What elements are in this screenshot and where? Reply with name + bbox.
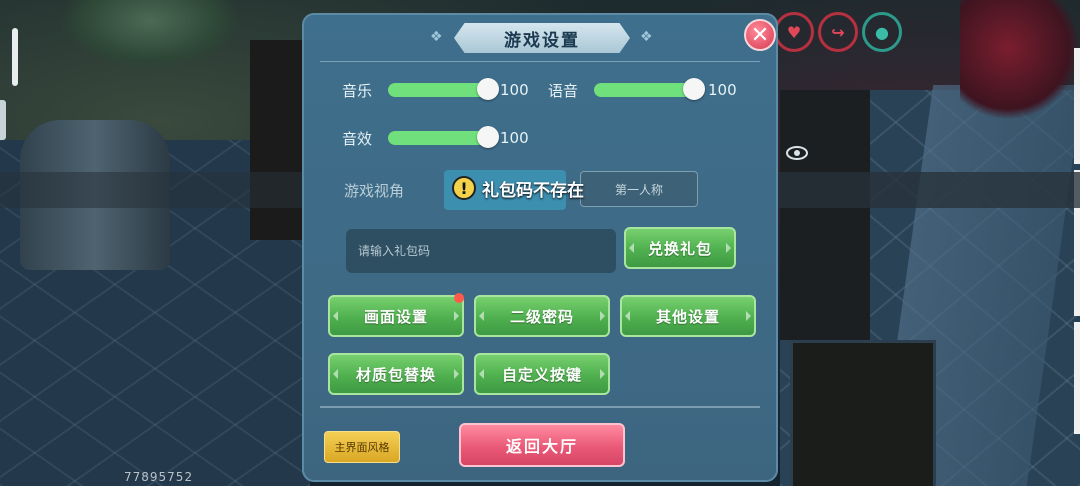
ribbon-ornament-icon: ❖ <box>430 29 443 45</box>
left-edge-tab[interactable] <box>0 100 6 140</box>
redeem-gift-button[interactable]: 兑换礼包 <box>624 227 736 269</box>
user-id-label: 77895752 <box>124 470 194 484</box>
music-label: 音乐 <box>342 82 373 100</box>
error-toast: ! 礼包码不存在 <box>452 173 584 203</box>
share-arrow-icon[interactable]: ↪ <box>818 12 858 52</box>
music-slider-thumb[interactable] <box>477 78 499 100</box>
music-value: 100 <box>500 81 529 99</box>
texture-pack-button[interactable]: 材质包替换 <box>328 353 464 395</box>
dark-block-right <box>780 90 870 340</box>
exclamation-icon: ! <box>452 176 476 200</box>
title-divider <box>320 61 760 62</box>
ui-style-button[interactable]: 主界面风格 <box>324 431 400 463</box>
voice-slider[interactable] <box>594 78 705 100</box>
water-drop-icon[interactable]: ● <box>862 12 902 52</box>
side-menu-handle[interactable] <box>12 28 18 86</box>
close-button[interactable]: ✕ <box>744 19 776 51</box>
dark-block <box>250 40 310 240</box>
view-label: 游戏视角 <box>344 182 405 200</box>
red-foliage <box>960 0 1080 120</box>
voice-value: 100 <box>708 81 737 99</box>
ribbon-ornament-icon: ❖ <box>640 29 653 45</box>
eye-icon[interactable] <box>786 146 808 160</box>
gift-code-input[interactable] <box>346 229 616 273</box>
settings-dialog: ❖ 游戏设置 ❖ ✕ 音乐 100 语音 100 音效 100 游戏视角 第一人… <box>302 13 778 482</box>
close-x-icon: ✕ <box>750 22 770 48</box>
notification-dot <box>454 293 464 303</box>
tree-foliage <box>60 0 240 70</box>
dialog-title: 游戏设置 <box>454 23 630 53</box>
back-to-lobby-button[interactable]: 返回大厅 <box>459 423 625 467</box>
effects-slider-thumb[interactable] <box>477 126 499 148</box>
custom-keys-button[interactable]: 自定义按键 <box>474 353 610 395</box>
voice-slider-thumb[interactable] <box>683 78 705 100</box>
view-option-first-person[interactable]: 第一人称 <box>580 171 698 207</box>
other-settings-button[interactable]: 其他设置 <box>620 295 756 337</box>
heart-icon[interactable]: ♥ <box>774 12 814 52</box>
effects-slider-fill <box>388 131 488 145</box>
notification-strip-left <box>0 172 302 208</box>
right-edge-bar <box>1074 322 1080 434</box>
music-slider[interactable] <box>388 78 499 100</box>
secondary-password-button[interactable]: 二级密码 <box>474 295 610 337</box>
graphics-settings-label: 画面设置 <box>363 307 428 326</box>
effects-slider[interactable] <box>388 126 499 148</box>
dark-crate <box>790 340 936 486</box>
voice-label: 语音 <box>548 82 579 100</box>
voice-slider-fill <box>594 83 694 97</box>
graphics-settings-button[interactable]: 画面设置 <box>328 293 464 337</box>
effects-value: 100 <box>500 129 529 147</box>
effects-label: 音效 <box>342 130 373 148</box>
footer-divider <box>320 406 760 408</box>
right-edge-bar <box>1074 48 1080 164</box>
music-slider-fill <box>388 83 488 97</box>
toast-message: 礼包码不存在 <box>482 180 584 201</box>
